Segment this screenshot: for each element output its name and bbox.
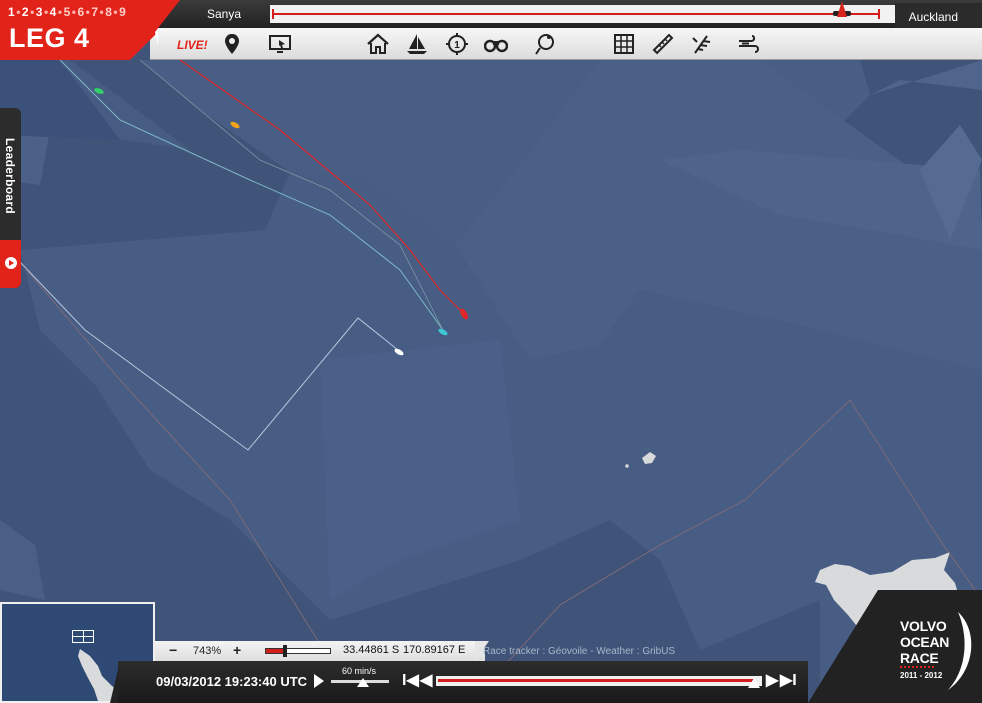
sailboat-icon: [407, 34, 427, 54]
leg-separator: •: [43, 5, 49, 19]
leg-6-link[interactable]: 6: [77, 5, 84, 19]
screen-cursor-icon: [269, 35, 291, 53]
wind-gust-button[interactable]: [736, 31, 762, 57]
replay-datetime: 09/03/2012 19:23:40 UTC: [156, 674, 308, 689]
binoculars-button[interactable]: [483, 31, 509, 57]
zoom-level: 743%: [193, 645, 222, 657]
cursor-longitude: 170.89167 E: [403, 644, 466, 656]
skip-to-start-button[interactable]: I◀: [402, 672, 419, 690]
to-port-tab: Auckland: [895, 3, 982, 28]
speed-slider[interactable]: [331, 678, 389, 687]
replay-speed: 60 min/s: [342, 666, 377, 676]
step-forward-button[interactable]: ▶: [766, 672, 778, 690]
route-icon: [535, 34, 554, 55]
leg-3-link[interactable]: 3: [36, 5, 43, 19]
progress-start-marker: [272, 9, 274, 19]
leg-selector[interactable]: 1•2•3•4•5•6•7•8•9: [8, 5, 126, 19]
grid-button[interactable]: [611, 31, 637, 57]
target-1-icon: 1: [446, 33, 468, 55]
sailboat-button[interactable]: [404, 31, 430, 57]
to-port: Auckland: [908, 10, 958, 24]
route-button[interactable]: [531, 31, 557, 57]
toolbar: LIVE! 1: [150, 28, 982, 60]
play-button[interactable]: [314, 674, 324, 688]
progress-line: [272, 13, 880, 15]
leg-5-link[interactable]: 5: [64, 5, 71, 19]
cursor-latitude: 33.44861 S: [343, 644, 400, 656]
logo-backdrop: [808, 590, 982, 703]
home-icon: [367, 33, 389, 54]
zoom-in-button[interactable]: +: [233, 642, 241, 658]
wind-barb-icon: [692, 35, 711, 54]
grid-icon: [614, 34, 634, 54]
zoom-slider-handle[interactable]: [283, 645, 288, 657]
minimap-viewport[interactable]: [72, 630, 94, 643]
leg-4-link[interactable]: 4: [50, 5, 57, 19]
timeline-slider[interactable]: [436, 676, 762, 688]
home-button[interactable]: [365, 31, 391, 57]
wind-barb-button[interactable]: [689, 31, 715, 57]
svg-text:1: 1: [454, 40, 460, 51]
leg-separator: •: [16, 5, 21, 19]
ruler-icon: [652, 33, 674, 55]
timeline-fill: [438, 679, 754, 682]
leg-7-link[interactable]: 7: [91, 5, 98, 19]
race-tracker-app: Sanya Auckland LIVE! 1 1•2•3•4•5•6•7•8•9…: [0, 0, 982, 703]
leg-separator: •: [30, 5, 35, 19]
leader-focus-button[interactable]: 1: [444, 31, 470, 57]
leg-progress-bar[interactable]: [270, 1, 900, 23]
volvo-ocean-race-logo: VOLVO OCEAN RACE 2011 - 2012: [808, 590, 982, 703]
zoom-slider[interactable]: [265, 645, 331, 657]
logo-years: 2011 - 2012: [900, 671, 943, 680]
leaderboard-tab[interactable]: Leaderboard: [0, 108, 21, 288]
progress-end-marker: [878, 9, 880, 19]
binoculars-icon: [484, 39, 508, 53]
screen-cursor-button[interactable]: [267, 31, 293, 57]
step-back-button[interactable]: ◀: [420, 672, 432, 690]
timeline-handle[interactable]: [747, 678, 760, 688]
play-circle-icon: [5, 257, 17, 269]
speed-slider-handle[interactable]: [356, 678, 369, 687]
ruler-button[interactable]: [650, 31, 676, 57]
logo-text-ocean: OCEAN: [900, 634, 950, 650]
leg-badge: 1•2•3•4•5•6•7•8•9 LEG 4: [0, 0, 180, 60]
leg-9-link[interactable]: 9: [119, 5, 126, 19]
leg-separator: •: [57, 5, 63, 19]
status-bar: − 743% + 33.44861 S 170.89167 E: [155, 641, 485, 661]
credits: Race tracker : Géovoile - Weather : Grib…: [483, 646, 676, 657]
leaderboard-expand-button[interactable]: [0, 240, 21, 288]
live-button[interactable]: LIVE!: [177, 38, 208, 52]
logo-text-volvo: VOLVO: [900, 618, 947, 634]
skip-to-end-button[interactable]: ▶I: [780, 672, 797, 690]
from-port: Sanya: [207, 7, 242, 21]
leg-title: LEG 4: [9, 23, 90, 53]
leaderboard-label: Leaderboard: [3, 138, 17, 214]
zoom-out-button[interactable]: −: [169, 642, 177, 658]
leader-boat-icon: [836, 1, 847, 17]
leg-2-link[interactable]: 2: [22, 5, 29, 19]
map-pin-button[interactable]: [219, 31, 245, 57]
map-pin-icon: [225, 34, 239, 54]
time-bar: 09/03/2012 19:23:40 UTC 60 min/s I◀ ◀ ▶ …: [118, 661, 808, 703]
wind-gust-icon: [739, 35, 759, 53]
logo-text-race: RACE: [900, 650, 939, 666]
